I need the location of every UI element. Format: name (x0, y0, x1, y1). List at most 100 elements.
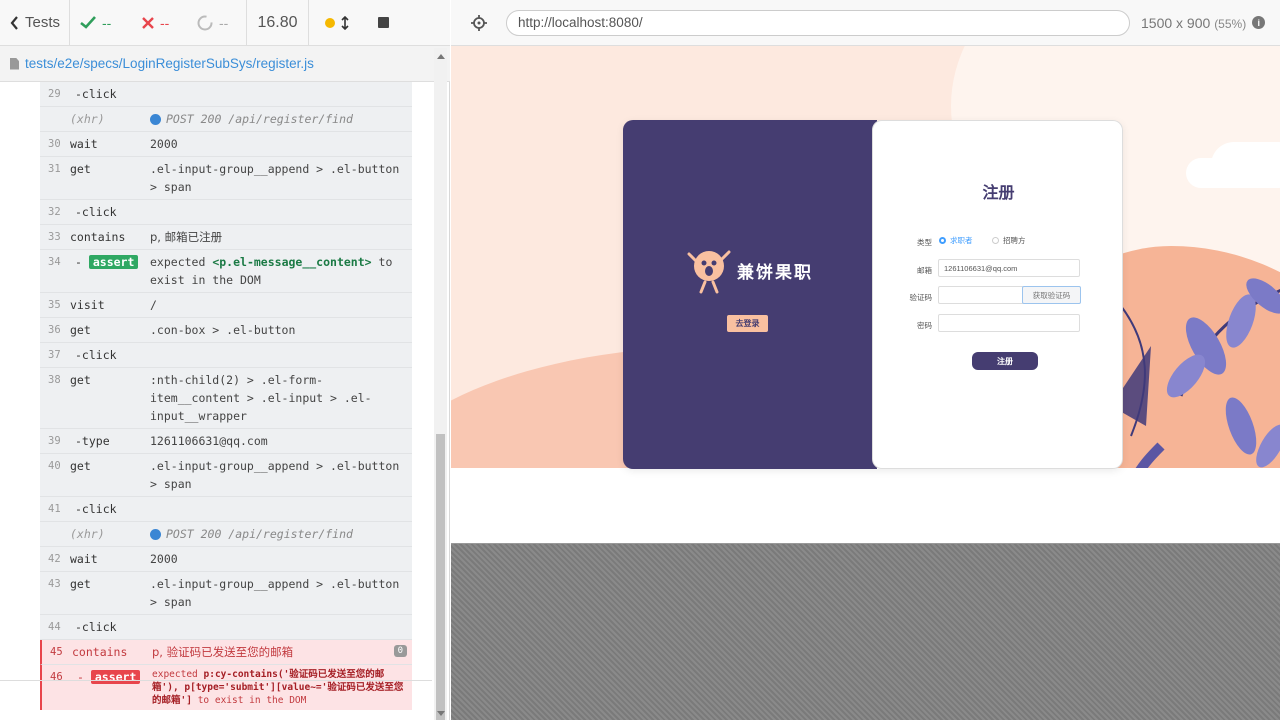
line-number: 46 (50, 671, 63, 683)
command-message: p, 验证码已发送至您的邮箱 (152, 645, 294, 659)
auto-scroll-toggle[interactable] (309, 0, 364, 46)
line-number: 45 (50, 646, 63, 658)
url-field[interactable]: http://localhost:8080/ (506, 9, 1130, 36)
radio-checked-icon (939, 237, 946, 244)
line-number: 39 (48, 435, 61, 447)
check-icon (80, 16, 96, 29)
scroll-up-icon[interactable] (437, 54, 445, 59)
command-row[interactable]: 33 contains p, 邮箱已注册 (40, 225, 412, 250)
info-icon[interactable]: i (1252, 16, 1266, 29)
xhr-message: POST 200 /api/register/find (150, 522, 406, 546)
register-submit-button[interactable]: 注册 (972, 352, 1038, 370)
spec-file-header: tests/e2e/specs/LoginRegisterSubSys/regi… (0, 46, 450, 82)
pending-circle-icon (197, 15, 213, 30)
spec-path-link[interactable]: tests/e2e/specs/LoginRegisterSubSys/regi… (25, 56, 314, 71)
line-number: 31 (48, 163, 61, 175)
command-name: -click (75, 620, 117, 634)
command-row[interactable]: 44 -click (40, 615, 412, 640)
assert-row[interactable]: 34 - assert expected <p.el-message__cont… (40, 250, 412, 293)
line-number: 41 (48, 503, 61, 515)
line-number: 44 (48, 621, 61, 633)
command-row[interactable]: 37 -click (40, 343, 412, 368)
radio-unchecked-icon (992, 237, 999, 244)
assert-post: to exist in the DOM (197, 695, 307, 706)
line-number: 40 (48, 460, 61, 472)
command-row[interactable]: 35 visit / (40, 293, 412, 318)
failed-stat[interactable]: -- (132, 0, 187, 46)
assert-subject: <p.el-message__content> (212, 255, 372, 269)
command-name: -click (75, 348, 117, 362)
command-message: p, 邮箱已注册 (150, 230, 223, 244)
tests-button[interactable]: Tests (0, 0, 70, 46)
assert-pre: expected (152, 669, 198, 680)
xhr-row[interactable]: (xhr) POST 200 /api/register/find (40, 107, 412, 132)
command-row[interactable]: 30 wait 2000 (40, 132, 412, 157)
command-row[interactable]: 32 -click (40, 200, 412, 225)
assert-pre: expected (150, 255, 206, 269)
goto-login-button[interactable]: 去登录 (727, 315, 768, 332)
file-icon (10, 57, 19, 70)
command-row[interactable]: 29 -click (40, 82, 412, 107)
xhr-row[interactable]: (xhr) POST 200 /api/register/find (40, 522, 412, 547)
viewport-info: 1500 x 900 (55%) (1141, 15, 1246, 31)
failed-command-row[interactable]: 45 contains p, 验证码已发送至您的邮箱 0 (40, 640, 412, 665)
failed-count: -- (160, 14, 170, 31)
command-row[interactable]: 38 get :nth-child(2) > .el-form-item__co… (40, 368, 412, 429)
tests-label: Tests (25, 14, 61, 31)
command-name: get (70, 577, 91, 591)
command-message: / (150, 298, 157, 312)
command-row[interactable]: 36 get .con-box > .el-button (40, 318, 412, 343)
stop-icon (377, 17, 389, 28)
scrollbar[interactable] (434, 48, 447, 720)
code-field[interactable] (938, 286, 1024, 304)
passed-stat[interactable]: -- (70, 0, 132, 46)
divider (0, 680, 432, 681)
command-message (150, 497, 406, 521)
register-form: 注册 类型 求职者 招聘方 邮箱 1261106631@qq.com 验证码 获… (872, 120, 1123, 469)
command-message (150, 343, 406, 367)
command-row[interactable]: 43 get .el-input-group__append > .el-but… (40, 572, 412, 615)
selector-playground-button[interactable] (451, 14, 506, 31)
register-title: 注册 (982, 185, 1015, 202)
command-message: :nth-child(2) > .el-form-item__content >… (150, 373, 372, 423)
command-row[interactable]: 39 -type 1261106631@qq.com (40, 429, 412, 454)
command-row[interactable]: 40 get .el-input-group__append > .el-but… (40, 454, 412, 497)
command-name: wait (70, 137, 98, 151)
viewport-outside-area (451, 544, 1280, 720)
aut-iframe: 兼饼果职 去登录 注册 类型 求职者 招聘方 邮箱 1261106631@qq.… (451, 46, 1280, 544)
radio-recruiter[interactable]: 招聘方 (992, 235, 1026, 246)
pending-stat[interactable]: -- (187, 0, 247, 46)
element-count-badge: 0 (393, 645, 407, 657)
email-field[interactable]: 1261106631@qq.com (938, 259, 1080, 277)
assert-badge: assert (88, 255, 139, 269)
scroll-thumb[interactable] (436, 434, 445, 720)
mascot-icon (687, 250, 731, 294)
register-card: 兼饼果职 去登录 注册 类型 求职者 招聘方 邮箱 1261106631@qq.… (623, 120, 1123, 469)
radio-job-seeker[interactable]: 求职者 (939, 235, 973, 246)
stop-button[interactable] (364, 0, 402, 46)
command-row[interactable]: 42 wait 2000 (40, 547, 412, 572)
command-row[interactable]: 31 get .el-input-group__append > .el-but… (40, 157, 412, 200)
command-message (150, 615, 406, 639)
assert-message: expected <p.el-message__content> to exis… (150, 250, 406, 292)
line-number: 35 (48, 299, 61, 311)
scroll-down-icon[interactable] (437, 711, 445, 716)
line-number (40, 522, 70, 546)
failed-assert-row[interactable]: 46 - assert expected p:cy-contains('验证码已… (40, 665, 412, 710)
command-name: - assert (72, 665, 152, 710)
password-field[interactable] (938, 314, 1080, 332)
line-number (40, 107, 70, 131)
command-name: - assert (70, 250, 150, 292)
aut-header: http://localhost:8080/ 1500 x 900 (55%) … (451, 0, 1280, 46)
assert-message: expected p:cy-contains('验证码已发送至您的邮箱'), p… (152, 665, 408, 710)
brand-panel: 兼饼果职 去登录 (623, 120, 877, 469)
updown-arrow-icon (340, 15, 349, 30)
command-message: .el-input-group__append > .el-button > s… (150, 577, 400, 609)
command-name: get (70, 323, 91, 337)
command-message (150, 200, 406, 224)
pending-count: -- (219, 14, 229, 31)
command-row[interactable]: 41 -click (40, 497, 412, 522)
line-number: 36 (48, 324, 61, 336)
get-code-button[interactable]: 获取验证码 (1022, 286, 1081, 304)
command-name: get (70, 459, 91, 473)
